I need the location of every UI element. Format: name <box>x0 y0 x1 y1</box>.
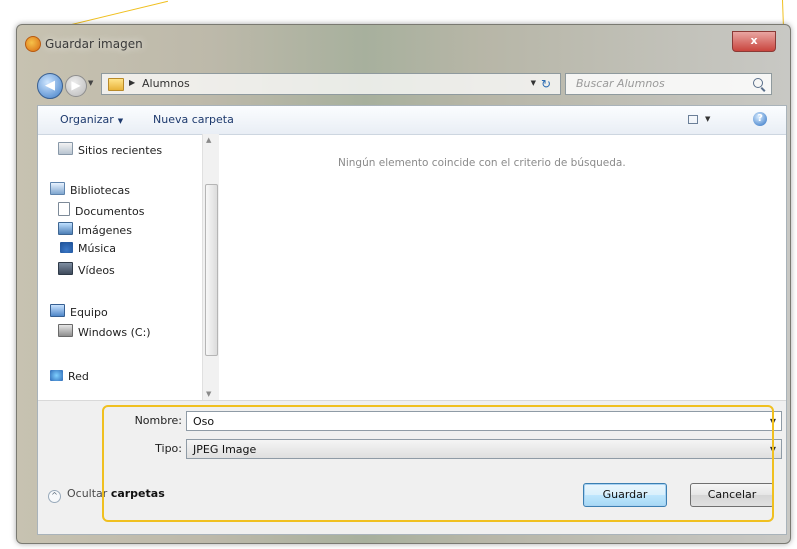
network-icon <box>50 370 63 381</box>
save-dialog-window: Guardar imagen x ◀ ▶ ▼ ▶ Alumnos ▼ ↻ Bus… <box>16 24 791 544</box>
sidebar-item-label: Equipo <box>70 306 108 319</box>
sidebar-item-music[interactable]: Música <box>60 242 116 255</box>
documents-icon <box>58 202 70 216</box>
search-input[interactable]: Buscar Alumnos <box>565 73 772 95</box>
back-button[interactable]: ◀ <box>37 73 63 99</box>
organize-button[interactable]: Organizar ▼ <box>60 113 123 126</box>
folder-icon <box>108 78 124 91</box>
sidebar-item-label: Bibliotecas <box>70 184 131 197</box>
refresh-icon[interactable]: ↻ <box>541 77 551 91</box>
chevron-down-icon: ▼ <box>117 117 124 125</box>
file-type-value: JPEG Image <box>193 443 257 456</box>
help-icon[interactable]: ? <box>753 112 767 126</box>
view-dropdown-icon[interactable]: ▼ <box>705 115 710 123</box>
new-folder-button[interactable]: Nueva carpeta <box>153 113 234 126</box>
address-dropdown-icon[interactable]: ▼ <box>531 79 536 87</box>
sidebar-item-label: Documentos <box>75 205 145 218</box>
empty-results-message: Ningún elemento coincide con el criterio… <box>338 157 626 169</box>
file-name-value: Oso <box>193 415 215 428</box>
view-options-icon[interactable] <box>688 115 698 124</box>
save-button[interactable]: Guardar <box>583 483 667 507</box>
content-pane: Organizar ▼ Nueva carpeta ▼ ? Sitios reci… <box>37 105 787 535</box>
cancel-button[interactable]: Cancelar <box>690 483 774 507</box>
search-icon[interactable] <box>753 78 763 88</box>
title-bar[interactable]: Guardar imagen x <box>17 25 790 59</box>
sidebar-item-label: Red <box>68 370 89 383</box>
sidebar-item-documents[interactable]: Documentos <box>58 202 144 218</box>
chevron-down-icon[interactable]: ▼ <box>770 445 776 454</box>
drive-icon <box>58 324 73 337</box>
forward-button[interactable]: ▶ <box>65 75 87 97</box>
sidebar-item-network[interactable]: Red <box>50 370 89 383</box>
videos-icon <box>58 262 73 275</box>
paint-app-icon <box>25 36 41 52</box>
nav-scrollbar[interactable]: ▲ ▼ <box>202 134 219 400</box>
navigation-pane: Sitios recientes Bibliotecas Documentos … <box>38 134 222 400</box>
save-options-panel: Nombre: Oso ▼ Tipo: JPEG Image ▼ ^ Oculta… <box>38 400 786 534</box>
sidebar-item-pictures[interactable]: Imágenes <box>58 222 132 237</box>
name-label: Nombre: <box>134 414 182 427</box>
scroll-down-icon[interactable]: ▼ <box>206 390 211 398</box>
computer-icon <box>50 304 65 317</box>
scroll-up-icon[interactable]: ▲ <box>206 136 211 144</box>
scrollbar-thumb[interactable] <box>205 184 218 356</box>
file-name-input[interactable]: Oso ▼ <box>186 411 782 431</box>
file-type-select[interactable]: JPEG Image ▼ <box>186 439 782 459</box>
sidebar-item-drive-c[interactable]: Windows (C:) <box>58 324 151 339</box>
chevron-down-icon[interactable]: ▼ <box>770 417 776 426</box>
recent-places-icon <box>58 142 73 155</box>
sidebar-item-label: Windows (C:) <box>78 326 151 339</box>
breadcrumb-arrow-icon[interactable]: ▶ <box>129 78 135 87</box>
address-bar[interactable]: ▶ Alumnos ▼ <box>101 73 561 95</box>
sidebar-item-label: Sitios recientes <box>78 144 163 157</box>
collapse-icon: ^ <box>48 490 61 503</box>
sidebar-item-libraries[interactable]: Bibliotecas <box>50 182 130 197</box>
libraries-icon <box>50 182 65 195</box>
hide-folders-prefix: Ocultar <box>67 487 108 500</box>
hide-folders-bold: carpetas <box>110 487 165 500</box>
sidebar-item-recent-places[interactable]: Sitios recientes <box>58 142 162 157</box>
close-button[interactable]: x <box>732 31 776 52</box>
sidebar-item-label: Música <box>78 242 117 255</box>
recent-locations-dropdown[interactable]: ▼ <box>88 79 93 87</box>
music-icon <box>60 242 73 253</box>
command-bar: Organizar ▼ Nueva carpeta ▼ ? <box>38 106 786 135</box>
window-title: Guardar imagen <box>45 37 143 51</box>
sidebar-item-label: Imágenes <box>78 224 132 237</box>
sidebar-item-computer[interactable]: Equipo <box>50 304 108 319</box>
search-placeholder: Buscar Alumnos <box>576 77 665 90</box>
sidebar-item-videos[interactable]: Vídeos <box>58 262 115 277</box>
organize-label: Organizar <box>60 113 114 126</box>
sidebar-item-label: Vídeos <box>78 264 115 277</box>
hide-folders-toggle[interactable]: ^ Ocultar carpetas <box>48 487 165 503</box>
pictures-icon <box>58 222 73 235</box>
type-label: Tipo: <box>155 442 182 455</box>
address-path[interactable]: Alumnos <box>142 77 190 90</box>
